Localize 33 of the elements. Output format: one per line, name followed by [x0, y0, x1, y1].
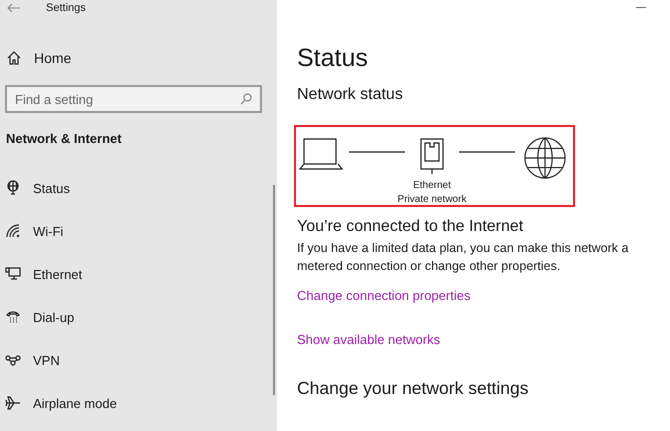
nav-item[interactable]: Status — [0, 178, 155, 198]
phone-icon — [5, 309, 21, 325]
connection-status-heading: You’re connected to the Internet — [297, 217, 524, 237]
search-field[interactable]: Find a setting — [5, 85, 262, 113]
nav-item[interactable]: Airplane mode — [0, 393, 155, 413]
laptop-icon — [299, 138, 343, 170]
adapter-label: Ethernet — [413, 179, 451, 193]
nav-item[interactable]: Ethernet — [0, 264, 155, 284]
home-icon — [6, 50, 22, 66]
wifi-icon — [5, 223, 21, 239]
home-nav-item[interactable]: Home — [0, 48, 96, 68]
airplane-icon — [5, 395, 21, 411]
globe-monitor-icon — [5, 180, 21, 196]
nav-item[interactable]: Dial-up — [0, 307, 155, 327]
scrollbar[interactable] — [273, 185, 275, 395]
window-title: Settings — [46, 2, 86, 14]
globe-icon — [523, 136, 567, 180]
connection-line — [459, 151, 515, 153]
section-heading: Network status — [297, 85, 404, 105]
connection-line — [349, 151, 405, 153]
section-heading: Network & Internet — [6, 131, 123, 146]
connection-description: If you have a limited data plan, you can make this network a metered connection or change other properties. — [297, 240, 630, 275]
network-type-label: Private network — [398, 193, 466, 207]
nav-item[interactable]: Wi-Fi — [0, 221, 155, 241]
search-icon[interactable] — [240, 93, 252, 105]
page-title: Status — [297, 43, 369, 73]
monitor-icon — [5, 266, 21, 282]
nav-item[interactable]: VPN — [0, 350, 155, 370]
back-arrow-icon[interactable] — [7, 3, 21, 13]
link[interactable]: Change connection properties — [297, 288, 470, 303]
section-heading: Change your network settings — [297, 378, 530, 399]
link[interactable]: Show available networks — [297, 332, 440, 347]
ethernet-port-icon — [419, 138, 445, 174]
